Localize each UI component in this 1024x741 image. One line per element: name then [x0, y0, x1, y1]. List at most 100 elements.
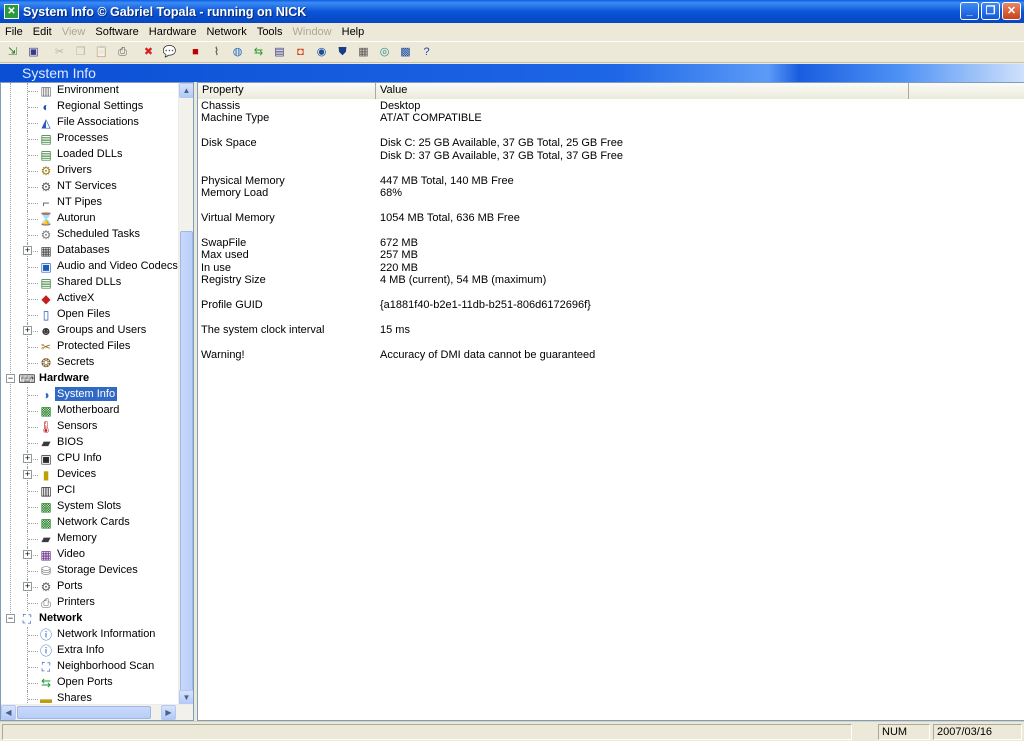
tree-item-neighborhood-scan[interactable]: ⛶ Neighborhood Scan [1, 659, 177, 675]
menu-file[interactable]: File [0, 26, 28, 38]
tree-item-ports[interactable]: + ⚙ Ports [1, 579, 177, 595]
tree-panel[interactable]: ▥ Environment ◐ Regional Settings ◭ File Asso… [0, 82, 194, 721]
list-row[interactable]: In use 220 MB [198, 262, 998, 275]
tree-item-environment[interactable]: ▥ Environment [1, 83, 177, 99]
monitor-icon[interactable]: ▩ [398, 44, 414, 60]
tree-item-memory[interactable]: ▰ Memory [1, 531, 177, 547]
tree-item-activex[interactable]: ◆ ActiveX [1, 291, 177, 307]
scroll-left-button[interactable]: ◀ [1, 705, 16, 720]
tree-item-nt-pipes[interactable]: ⌐ NT Pipes [1, 195, 177, 211]
tree-item-bios[interactable]: ▰ BIOS [1, 435, 177, 451]
globe-icon[interactable]: ◍ [230, 44, 246, 60]
tree-item-cpu-info[interactable]: + ▣ CPU Info [1, 451, 177, 467]
minimize-button[interactable]: _ [960, 2, 979, 20]
tree-item-secrets[interactable]: ❂ Secrets [1, 355, 177, 371]
tree-item-drivers[interactable]: ⚙ Drivers [1, 163, 177, 179]
paste-icon[interactable]: 📋 [94, 44, 110, 60]
list-row[interactable]: Profile GUID {a1881f40-b2e1-11db-b251-806… [198, 299, 998, 312]
list-row[interactable]: Disk Space Disk C: 25 GB Available, 37 GB… [198, 137, 998, 150]
expand-icon[interactable]: + [23, 326, 32, 335]
tree-item-network[interactable]: − ⛶ Network [1, 611, 177, 627]
tree-item-nt-services[interactable]: ⚙ NT Services [1, 179, 177, 195]
list-row[interactable]: The system clock interval 15 ms [198, 324, 998, 337]
tree-item-shared-dlls[interactable]: ▤ Shared DLLs [1, 275, 177, 291]
navigate-icon[interactable]: ◉ [314, 44, 330, 60]
expand-icon[interactable]: + [23, 246, 32, 255]
menu-help[interactable]: Help [337, 26, 370, 38]
exit-icon[interactable]: ⇲ [5, 44, 21, 60]
tree-item-network-information[interactable]: ⓘ Network Information [1, 627, 177, 643]
expand-icon[interactable]: + [23, 582, 32, 591]
menu-edit[interactable]: Edit [28, 26, 57, 38]
tree-item-scheduled-tasks[interactable]: ⚙ Scheduled Tasks [1, 227, 177, 243]
menu-software[interactable]: Software [90, 26, 143, 38]
refresh-arrows-icon[interactable]: ⇆ [251, 44, 267, 60]
title-bar[interactable]: ✕ System Info © Gabriel Topala - running… [0, 0, 1024, 23]
menu-tools[interactable]: Tools [252, 26, 288, 38]
color-block-icon[interactable]: ■ [188, 44, 204, 60]
tree-item-regional-settings[interactable]: ◐ Regional Settings [1, 99, 177, 115]
tree-item-system-slots[interactable]: ▩ System Slots [1, 499, 177, 515]
scroll-up-button[interactable]: ▲ [179, 83, 193, 98]
help-icon[interactable]: ? [419, 44, 435, 60]
menu-view[interactable]: View [57, 26, 91, 38]
tree-item-video[interactable]: + ▦ Video [1, 547, 177, 563]
property-list[interactable]: Property Value Chassis Desktop Machine Typ… [197, 82, 1024, 721]
app-icon[interactable]: ✕ [4, 4, 19, 19]
list-row[interactable]: Physical Memory 447 MB Total, 140 MB Free [198, 175, 998, 188]
expand-icon[interactable]: + [23, 454, 32, 463]
list-row[interactable]: Chassis Desktop [198, 100, 998, 113]
tree-item-printers[interactable]: ⎙ Printers [1, 595, 177, 611]
copy-icon[interactable]: ❐ [73, 44, 89, 60]
collapse-icon[interactable]: − [6, 374, 15, 383]
tree-item-devices[interactable]: + ▮ Devices [1, 467, 177, 483]
tree-item-motherboard[interactable]: ▩ Motherboard [1, 403, 177, 419]
tree-item-databases[interactable]: + ▦ Databases [1, 243, 177, 259]
save-icon[interactable]: ▣ [26, 44, 42, 60]
tree-scroll-thumb[interactable] [180, 231, 193, 720]
menu-network[interactable]: Network [201, 26, 251, 38]
tree-hscroll-thumb[interactable] [17, 706, 151, 719]
print-icon[interactable]: ⎙ [115, 44, 131, 60]
chart-icon[interactable]: ⌇ [209, 44, 225, 60]
tree-item-extra-info[interactable]: ⓘ Extra Info [1, 643, 177, 659]
list-row[interactable]: SwapFile 672 MB [198, 237, 998, 250]
menu-hardware[interactable]: Hardware [144, 26, 202, 38]
expand-icon[interactable]: + [23, 550, 32, 559]
list-row[interactable]: Virtual Memory 1054 MB Total, 636 MB Free [198, 212, 998, 225]
list-row[interactable]: Warning! Accuracy of DMI data cannot be g… [198, 349, 998, 362]
tree-item-protected-files[interactable]: ✂ Protected Files [1, 339, 177, 355]
column-header-property[interactable]: Property [198, 83, 376, 99]
list-row[interactable]: Max used 257 MB [198, 249, 998, 262]
tree-item-hardware[interactable]: − ⌨ Hardware [1, 371, 177, 387]
tree-item-loaded-dlls[interactable]: ▤ Loaded DLLs [1, 147, 177, 163]
tree-item-system-info[interactable]: ◑ System Info [1, 386, 177, 403]
menu-window[interactable]: Window [288, 26, 337, 38]
tree-vertical-scrollbar[interactable]: ▲ ▼ [178, 83, 193, 720]
tree-item-storage-devices[interactable]: ⛁ Storage Devices [1, 563, 177, 579]
list-row[interactable]: Registry Size 4 MB (current), 54 MB (maxi… [198, 274, 998, 287]
comment-icon[interactable]: 💬 [162, 44, 178, 60]
report-icon[interactable]: ▦ [356, 44, 372, 60]
tree-item-pci[interactable]: ▥ PCI [1, 483, 177, 499]
shield-icon[interactable]: ⛊ [335, 44, 351, 60]
office-icon[interactable]: ◘ [293, 44, 309, 60]
tree-item-open-files[interactable]: ▯ Open Files [1, 307, 177, 323]
maximize-button[interactable]: ❐ [981, 2, 1000, 20]
tree-item-autorun[interactable]: ⌛ Autorun [1, 211, 177, 227]
list-row[interactable]: Disk D: 37 GB Available, 37 GB Total, 37… [198, 150, 998, 163]
network-globe-icon[interactable]: ◎ [377, 44, 393, 60]
tree-item-audio-and-video-codecs[interactable]: ▣ Audio and Video Codecs [1, 259, 178, 275]
tree-item-sensors[interactable]: 🌡 Sensors [1, 419, 177, 435]
scroll-down-button[interactable]: ▼ [179, 690, 193, 705]
scroll-right-button[interactable]: ▶ [161, 705, 176, 720]
tree-item-open-ports[interactable]: ⇆ Open Ports [1, 675, 177, 691]
list-row[interactable]: Memory Load 68% [198, 187, 998, 200]
tree-item-file-associations[interactable]: ◭ File Associations [1, 115, 177, 131]
collapse-icon[interactable]: − [6, 614, 15, 623]
cut-icon[interactable]: ✂ [52, 44, 68, 60]
tree-horizontal-scrollbar[interactable]: ◀ ▶ [1, 704, 193, 720]
stop-icon[interactable]: ✖ [141, 44, 157, 60]
tree-item-groups-and-users[interactable]: + ☻ Groups and Users [1, 323, 177, 339]
list-row[interactable]: Machine Type AT/AT COMPATIBLE [198, 112, 998, 125]
